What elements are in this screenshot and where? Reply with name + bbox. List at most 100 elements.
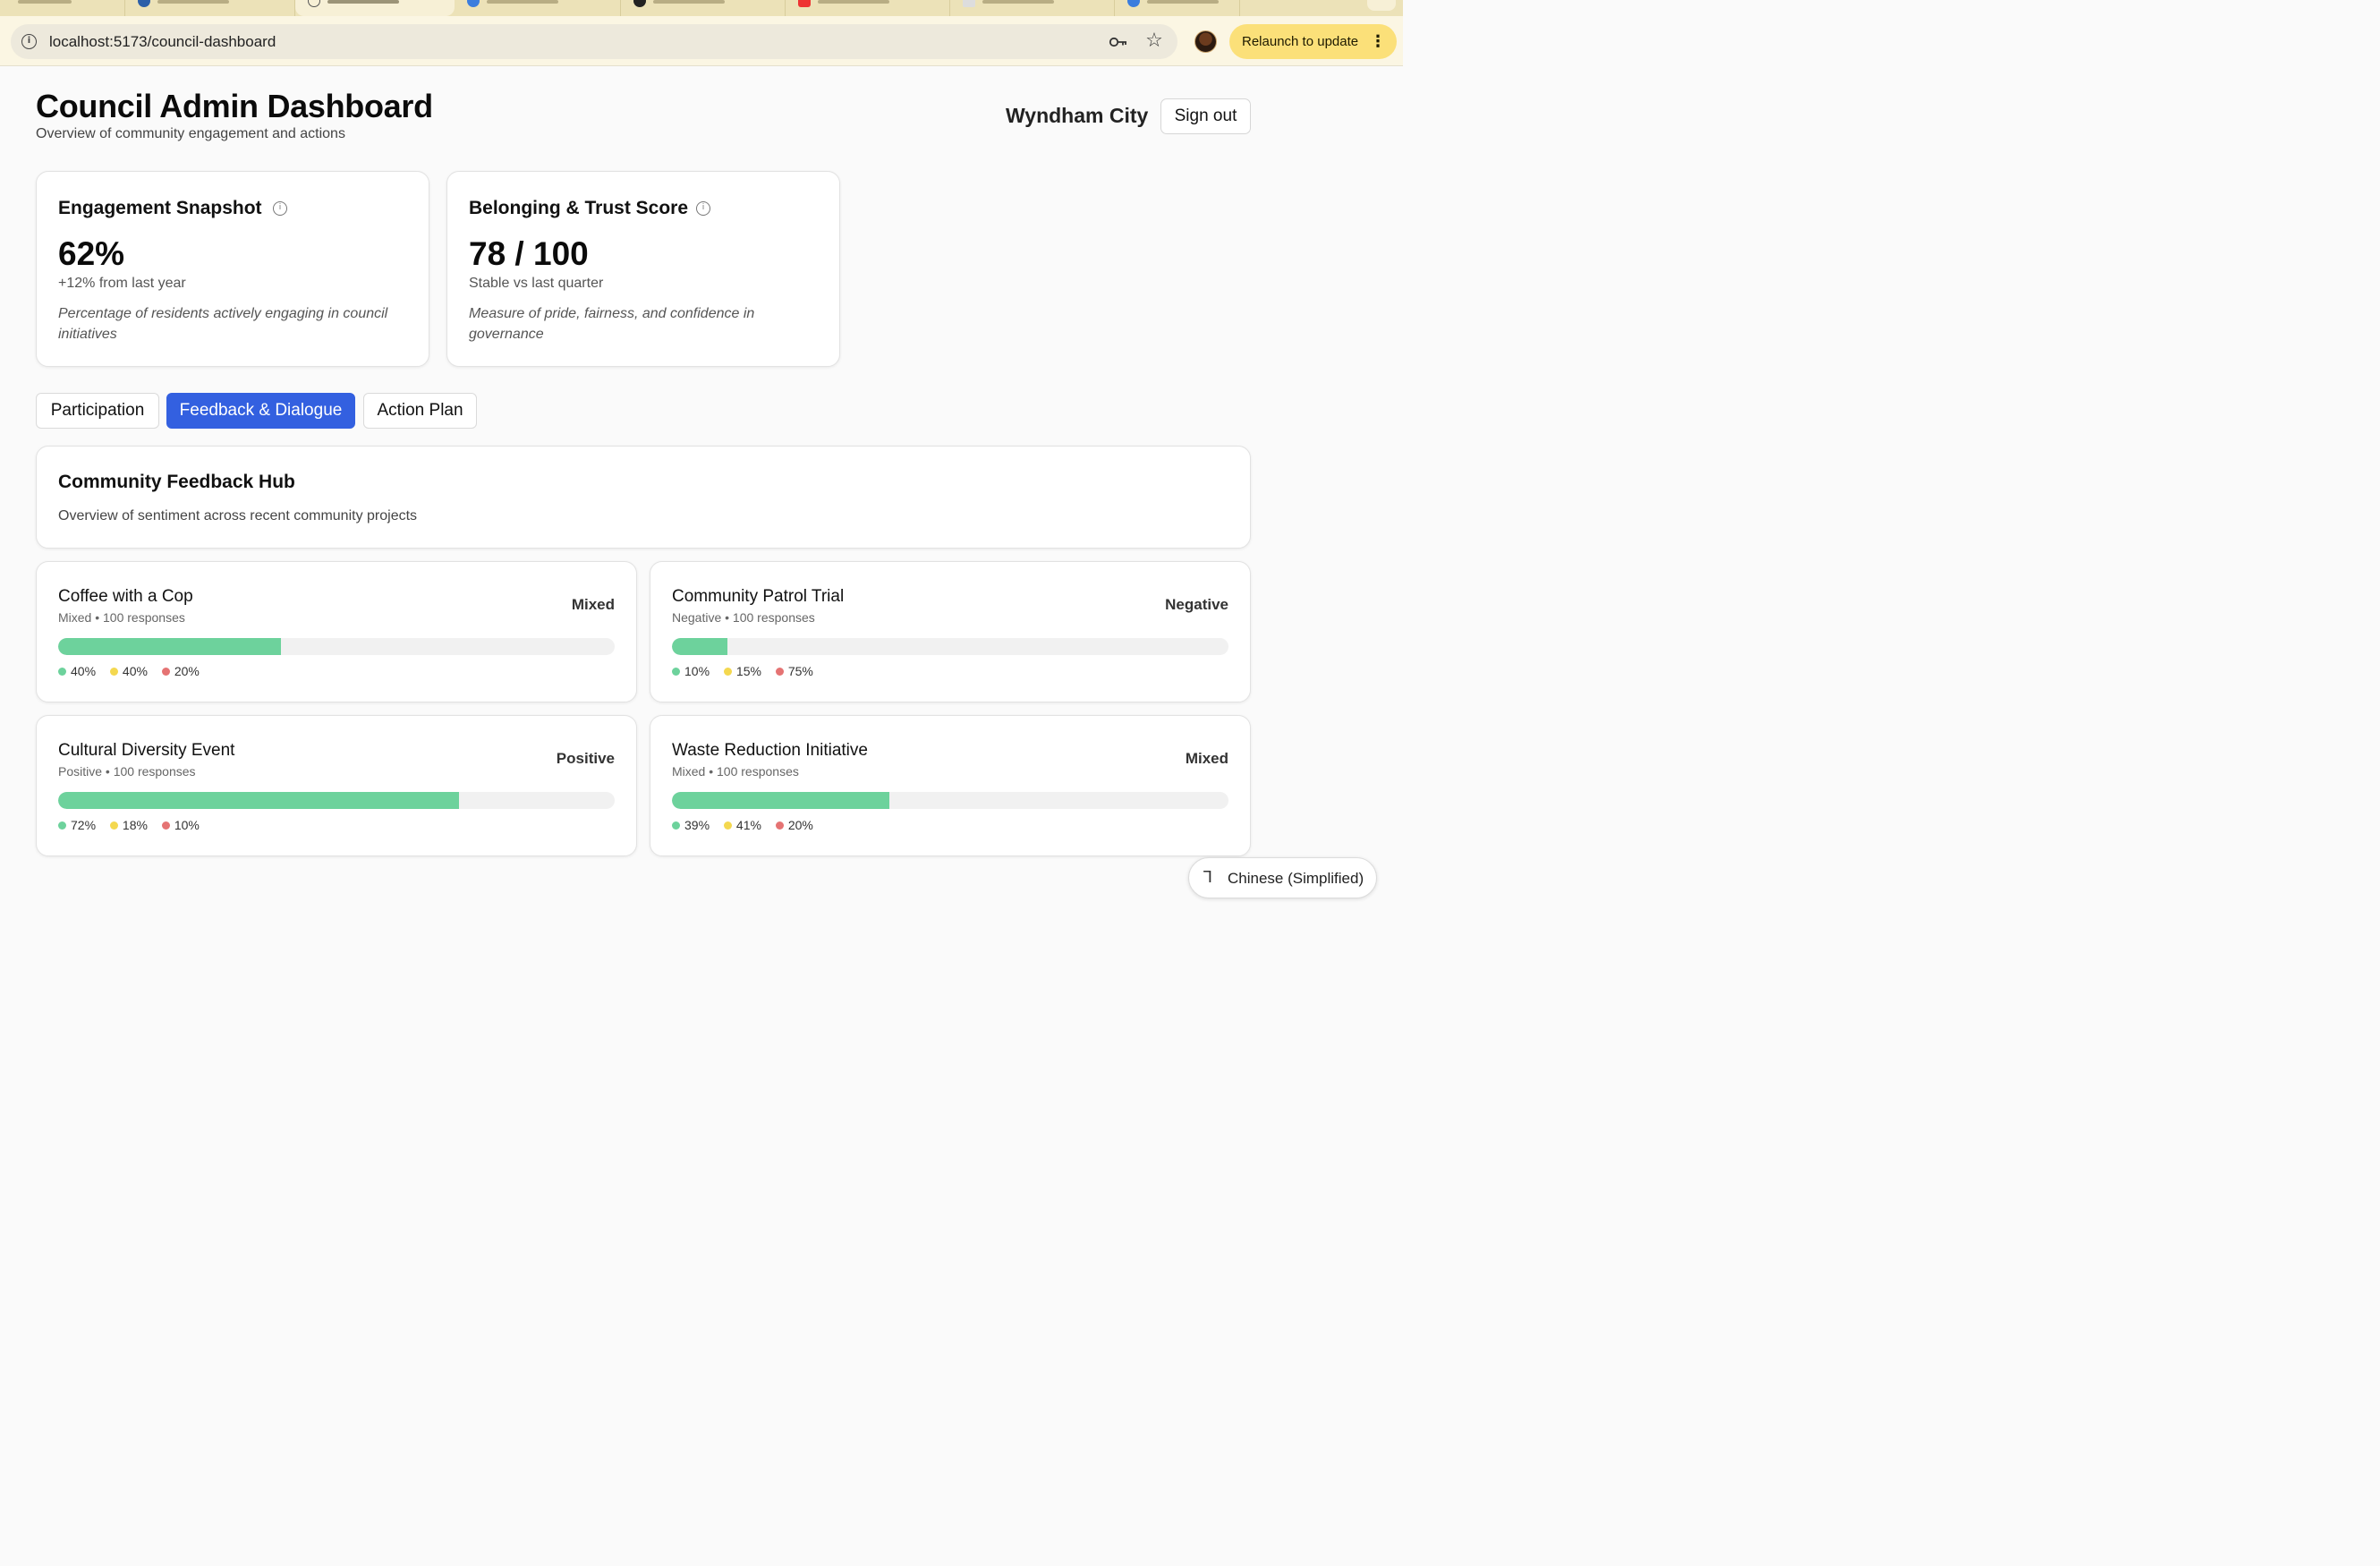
tab-favicon-icon (1127, 0, 1140, 7)
profile-avatar[interactable] (1194, 30, 1217, 53)
negative-dot-icon (775, 821, 784, 830)
sentiment-label: Mixed (1185, 750, 1228, 767)
sign-out-button[interactable]: Sign out (1160, 98, 1251, 134)
translate-icon: Ꞁ (1203, 868, 1213, 887)
password-key-icon[interactable] (1108, 31, 1129, 53)
sentiment-legend: 72% 18% 10% (58, 818, 210, 832)
neutral-dot-icon (723, 668, 732, 676)
browser-tab[interactable] (786, 0, 950, 16)
positive-dot-icon (58, 668, 66, 676)
positive-pct: 10% (684, 664, 710, 678)
sentiment-legend: 40% 40% 20% (58, 664, 210, 678)
neutral-pct: 41% (735, 818, 761, 832)
neutral-dot-icon (109, 821, 118, 830)
relaunch-label: Relaunch to update (1242, 34, 1359, 49)
browser-tab-active[interactable] (295, 0, 455, 16)
project-meta: Mixed • 100 responses (672, 764, 799, 779)
browser-tab[interactable] (0, 0, 125, 16)
stat-delta: Stable vs last quarter (469, 276, 604, 291)
project-name: Community Patrol Trial (672, 587, 845, 606)
sentiment-bar (58, 792, 615, 809)
sentiment-bar (58, 638, 615, 655)
browser-tab-strip (0, 0, 1403, 16)
neutral-pct: 18% (122, 818, 148, 832)
kebab-menu-icon[interactable]: ⋮ (1370, 24, 1386, 59)
page-title: Council Admin Dashboard (36, 88, 433, 124)
feedback-card[interactable]: Waste Reduction Initiative Mixed • 100 r… (650, 715, 1251, 856)
negative-pct: 75% (787, 664, 813, 678)
page-subtitle: Overview of community engagement and act… (36, 126, 345, 141)
sentiment-label: Positive (556, 750, 615, 767)
project-meta: Mixed • 100 responses (58, 610, 185, 625)
browser-tab[interactable] (1115, 0, 1240, 16)
project-name: Waste Reduction Initiative (672, 741, 868, 760)
positive-pct: 39% (684, 818, 710, 832)
relaunch-button[interactable]: Relaunch to update ⋮ (1229, 24, 1397, 59)
github-favicon-icon (633, 0, 646, 7)
card-title: Belonging & Trust Score (469, 198, 689, 218)
browser-toolbar: i localhost:5173/council-dashboard ☆ Rel… (0, 16, 1403, 66)
community-feedback-hub: Community Feedback Hub Overview of senti… (36, 446, 1251, 549)
positive-pct: 72% (71, 818, 97, 832)
tab-feedback-dialogue[interactable]: Feedback & Dialogue (166, 393, 355, 429)
tab-action-plan[interactable]: Action Plan (363, 393, 477, 429)
negative-dot-icon (161, 668, 170, 676)
address-bar[interactable]: i localhost:5173/council-dashboard ☆ (11, 24, 1177, 59)
stat-value: 62% (58, 235, 125, 272)
project-meta: Positive • 100 responses (58, 764, 196, 779)
sentiment-label: Mixed (571, 596, 615, 613)
doc-favicon-icon (963, 0, 975, 7)
positive-dot-icon (672, 821, 680, 830)
negative-dot-icon (775, 668, 784, 676)
negative-pct: 20% (787, 818, 813, 832)
browser-tab[interactable] (125, 0, 295, 16)
browser-tab[interactable] (455, 0, 621, 16)
sentiment-bar (672, 792, 1228, 809)
belonging-trust-card: Belonging & Trust Score i 78 / 100 Stabl… (446, 171, 840, 367)
sentiment-bar-fill (58, 792, 459, 809)
hub-title: Community Feedback Hub (58, 472, 295, 492)
neutral-pct: 15% (735, 664, 761, 678)
feedback-card[interactable]: Cultural Diversity Event Positive • 100 … (36, 715, 637, 856)
positive-dot-icon (672, 668, 680, 676)
site-info-icon[interactable]: i (21, 34, 37, 49)
translate-button[interactable]: Ꞁ Chinese (Simplified) (1188, 857, 1377, 898)
youtube-favicon-icon (798, 0, 811, 7)
project-meta: Negative • 100 responses (672, 610, 815, 625)
info-icon[interactable]: i (696, 201, 710, 216)
bookmark-star-icon[interactable]: ☆ (1143, 30, 1165, 51)
hub-subtitle: Overview of sentiment across recent comm… (58, 508, 418, 523)
sentiment-label: Negative (1165, 596, 1228, 613)
page-favicon-icon (308, 0, 320, 7)
org-name: Wyndham City (1006, 104, 1149, 127)
browser-tab[interactable] (950, 0, 1115, 16)
stat-delta: +12% from last year (58, 276, 186, 291)
info-icon[interactable]: i (273, 201, 287, 216)
new-tab-button[interactable] (1367, 0, 1396, 11)
positive-pct: 40% (71, 664, 97, 678)
positive-dot-icon (58, 821, 66, 830)
translate-language: Chinese (Simplified) (1228, 870, 1364, 887)
negative-pct: 10% (174, 818, 200, 832)
tab-participation[interactable]: Participation (36, 393, 159, 429)
project-name: Coffee with a Cop (58, 587, 193, 606)
project-name: Cultural Diversity Event (58, 741, 235, 760)
feedback-card[interactable]: Community Patrol Trial Negative • 100 re… (650, 561, 1251, 702)
feedback-card[interactable]: Coffee with a Cop Mixed • 100 responses … (36, 561, 637, 702)
neutral-pct: 40% (122, 664, 148, 678)
sentiment-bar-fill (672, 792, 889, 809)
neutral-dot-icon (723, 821, 732, 830)
stat-description: Percentage of residents actively engagin… (58, 306, 388, 342)
tab-favicon-icon (467, 0, 480, 7)
url-text[interactable]: localhost:5173/council-dashboard (49, 33, 276, 51)
engagement-snapshot-card: Engagement Snapshot i 62% +12% from last… (36, 171, 429, 367)
stat-value: 78 / 100 (469, 235, 589, 272)
negative-dot-icon (161, 821, 170, 830)
browser-tab[interactable] (621, 0, 786, 16)
sentiment-legend: 39% 41% 20% (672, 818, 824, 832)
stat-description: Measure of pride, fairness, and confiden… (469, 306, 755, 342)
sentiment-legend: 10% 15% 75% (672, 664, 824, 678)
neutral-dot-icon (109, 668, 118, 676)
wordpress-favicon-icon (138, 0, 150, 7)
card-title: Engagement Snapshot (58, 198, 262, 218)
